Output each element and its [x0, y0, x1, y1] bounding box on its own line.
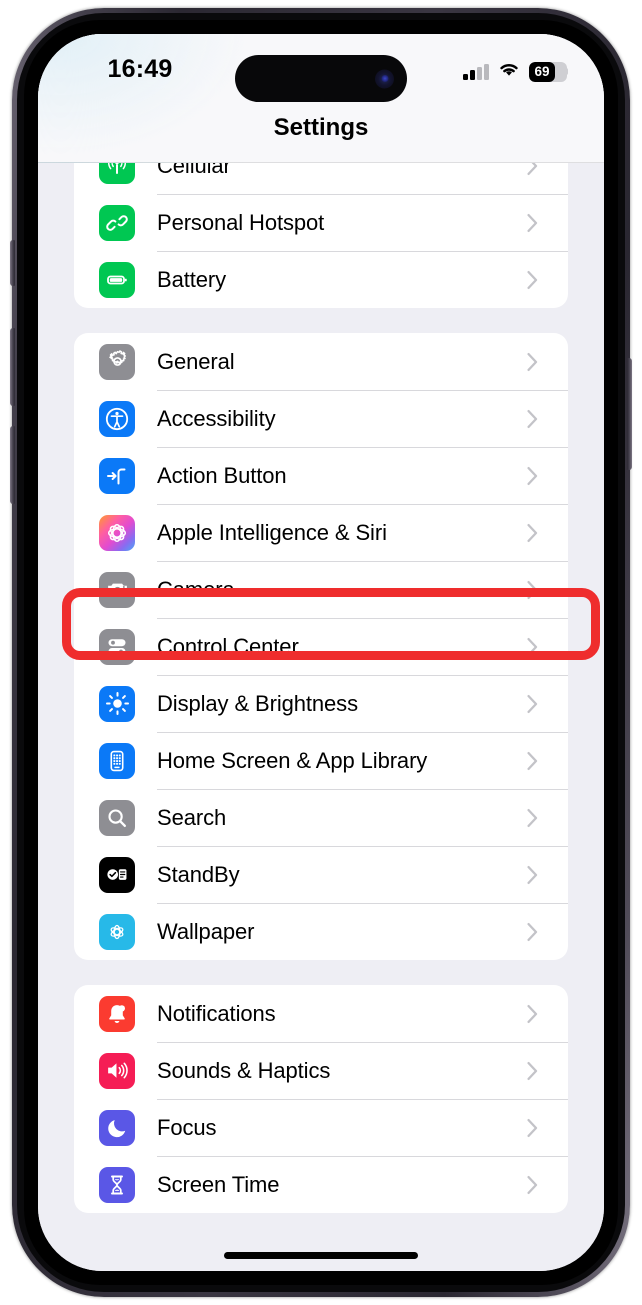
settings-row-home-screen-app-library[interactable]: Home Screen & App Library — [74, 732, 568, 789]
settings-row-label: Wallpaper — [157, 918, 255, 944]
iphone-device-frame: Cellular Personal Hotspot Battery Genera… — [10, 8, 632, 1297]
settings-row-action-button[interactable]: Action Button — [74, 447, 568, 504]
side-power-button[interactable] — [627, 358, 632, 470]
chevron-right-icon — [527, 523, 538, 542]
chevron-right-icon — [527, 1004, 538, 1023]
chevron-right-icon — [527, 808, 538, 827]
battery-percent-label: 69 — [534, 63, 550, 79]
settings-row-screen-time[interactable]: Screen Time — [74, 1156, 568, 1213]
gear-icon — [99, 343, 135, 380]
settings-row-label: General — [157, 348, 235, 374]
settings-row-label: Action Button — [157, 462, 287, 488]
settings-row-general[interactable]: General — [74, 333, 568, 390]
chevron-right-icon — [527, 865, 538, 884]
chevron-right-icon — [527, 922, 538, 941]
hotspot-icon — [99, 204, 135, 241]
chevron-right-icon — [527, 213, 538, 232]
wifi-icon — [497, 60, 521, 83]
chevron-right-icon — [527, 637, 538, 656]
settings-row-control-center[interactable]: Control Center — [74, 618, 568, 675]
notifications-icon — [99, 995, 135, 1032]
settings-row-focus[interactable]: Focus — [74, 1099, 568, 1156]
chevron-right-icon — [527, 580, 538, 599]
chevron-right-icon — [527, 352, 538, 371]
accessibility-icon — [99, 400, 135, 437]
settings-row-label: Apple Intelligence & Siri — [157, 519, 387, 545]
sounds-icon — [99, 1052, 135, 1089]
status-clock: 16:49 — [107, 55, 173, 83]
settings-row-accessibility[interactable]: Accessibility — [74, 390, 568, 447]
home-screen-icon — [99, 742, 135, 779]
settings-row-personal-hotspot[interactable]: Personal Hotspot — [74, 194, 568, 251]
front-camera-lens — [375, 69, 394, 88]
settings-row-label: Control Center — [157, 633, 299, 659]
cellular-signal-icon — [463, 63, 489, 80]
settings-row-label: StandBy — [157, 861, 240, 887]
settings-row-notifications[interactable]: Notifications — [74, 985, 568, 1042]
settings-row-search[interactable]: Search — [74, 789, 568, 846]
settings-row-camera[interactable]: Camera — [74, 561, 568, 618]
chevron-right-icon — [527, 1175, 538, 1194]
action-button-icon — [99, 457, 135, 494]
settings-row-label: Sounds & Haptics — [157, 1057, 331, 1083]
action-button-hardware[interactable] — [10, 240, 15, 286]
settings-row-label: Notifications — [157, 1000, 276, 1026]
brightness-icon — [99, 685, 135, 722]
settings-scroll-view[interactable]: Cellular Personal Hotspot Battery Genera… — [38, 34, 604, 1271]
chevron-right-icon — [527, 751, 538, 770]
settings-row-label: Screen Time — [157, 1171, 280, 1197]
standby-icon — [99, 856, 135, 893]
settings-row-standby[interactable]: StandBy — [74, 846, 568, 903]
settings-row-battery[interactable]: Battery — [74, 251, 568, 308]
home-indicator[interactable] — [224, 1252, 418, 1259]
settings-row-label: Battery — [157, 266, 226, 292]
settings-row-label: Display & Brightness — [157, 690, 358, 716]
page-title: Settings — [273, 114, 369, 141]
wallpaper-icon — [99, 913, 135, 950]
chevron-right-icon — [527, 1118, 538, 1137]
chevron-right-icon — [527, 270, 538, 289]
settings-group-system: General Accessibility Action Button Appl… — [74, 333, 568, 960]
iphone-screen: Cellular Personal Hotspot Battery Genera… — [38, 34, 604, 1271]
battery-icon: 69 — [528, 61, 567, 82]
status-indicators: 69 — [463, 60, 568, 83]
battery-settings-icon — [99, 261, 135, 298]
dynamic-island[interactable] — [235, 55, 407, 102]
settings-row-label: Personal Hotspot — [157, 209, 325, 235]
settings-row-label: Search — [157, 804, 227, 830]
chevron-right-icon — [527, 694, 538, 713]
chevron-right-icon — [527, 1061, 538, 1080]
settings-row-wallpaper[interactable]: Wallpaper — [74, 903, 568, 960]
apple-intelligence-icon — [99, 514, 135, 551]
volume-up-button[interactable] — [10, 328, 15, 406]
control-center-icon — [99, 628, 135, 665]
focus-icon — [99, 1109, 135, 1146]
settings-row-label: Focus — [157, 1114, 217, 1140]
search-icon — [99, 799, 135, 836]
chevron-right-icon — [527, 466, 538, 485]
screen-time-icon — [99, 1166, 135, 1203]
settings-row-sounds-haptics[interactable]: Sounds & Haptics — [74, 1042, 568, 1099]
settings-row-label: Home Screen & App Library — [157, 747, 428, 773]
camera-icon — [99, 571, 135, 608]
settings-row-label: Accessibility — [157, 405, 276, 431]
settings-row-label: Camera — [157, 576, 235, 602]
settings-row-display-brightness[interactable]: Display & Brightness — [74, 675, 568, 732]
volume-down-button[interactable] — [10, 426, 15, 504]
chevron-right-icon — [527, 409, 538, 428]
settings-row-apple-intelligence-siri[interactable]: Apple Intelligence & Siri — [74, 504, 568, 561]
settings-group-alerts: Notifications Sounds & Haptics Focus Scr… — [74, 985, 568, 1213]
